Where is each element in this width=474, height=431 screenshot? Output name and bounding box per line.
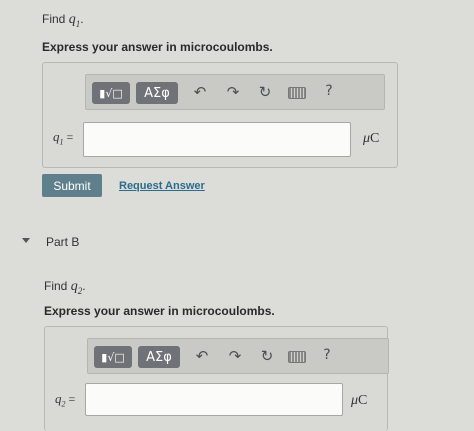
reset-icon[interactable]: ↻ [256,83,274,101]
math-toolbar: ▮√□ ΑΣφ ↶ ↷ ↻ ? [85,74,385,110]
find-prefix: Find [44,279,71,293]
part-a-answer-panel: ▮√□ ΑΣφ ↶ ↷ ↻ ? q1 = μC [42,62,398,168]
templates-button[interactable]: ▮√□ [92,82,130,104]
find-variable: q1 [68,12,81,29]
part-b-question: Find q2. [44,279,86,296]
keyboard-icon [288,351,306,363]
keyboard-icon [288,87,306,99]
redo-icon[interactable]: ↷ [224,83,242,101]
part-b-title: Part B [46,235,80,249]
part-b-instruction: Express your answer in microcoulombs. [44,304,275,318]
collapse-caret-icon[interactable] [22,238,30,243]
q2-unit: μC [351,393,368,408]
templates-button[interactable]: ▮√□ [94,346,132,368]
undo-icon[interactable]: ↶ [193,347,211,365]
find-suffix: . [82,279,86,293]
q2-answer-input[interactable] [85,383,343,416]
q2-label: q2 = [55,391,76,409]
math-toolbar: ▮√□ ΑΣφ ↶ ↷ ↻ ? [87,338,389,374]
help-button[interactable]: ? [320,346,334,364]
help-button[interactable]: ? [322,82,336,100]
keyboard-button[interactable] [288,351,306,363]
q1-label: q1 = [53,129,74,147]
q1-unit: μC [363,131,380,146]
find-suffix: . [80,12,84,26]
reset-icon[interactable]: ↻ [258,347,276,365]
greek-symbols-button[interactable]: ΑΣφ [136,82,178,104]
templates-icon: ▮√□ [101,350,125,364]
part-a-question: Find q1. [42,12,84,29]
find-variable: q2 [70,279,83,296]
q1-answer-input[interactable] [83,122,351,157]
redo-icon[interactable]: ↷ [226,347,244,365]
undo-icon[interactable]: ↶ [191,83,209,101]
part-a-instruction: Express your answer in microcoulombs. [42,40,273,54]
submit-button[interactable]: Submit [42,174,102,197]
part-b-answer-panel: ▮√□ ΑΣφ ↶ ↷ ↻ ? q2 = μC [44,326,389,431]
templates-icon: ▮√□ [99,86,123,100]
keyboard-button[interactable] [288,87,306,99]
request-answer-link[interactable]: Request Answer [119,180,205,192]
find-prefix: Find [42,12,69,26]
greek-symbols-button[interactable]: ΑΣφ [138,346,180,368]
